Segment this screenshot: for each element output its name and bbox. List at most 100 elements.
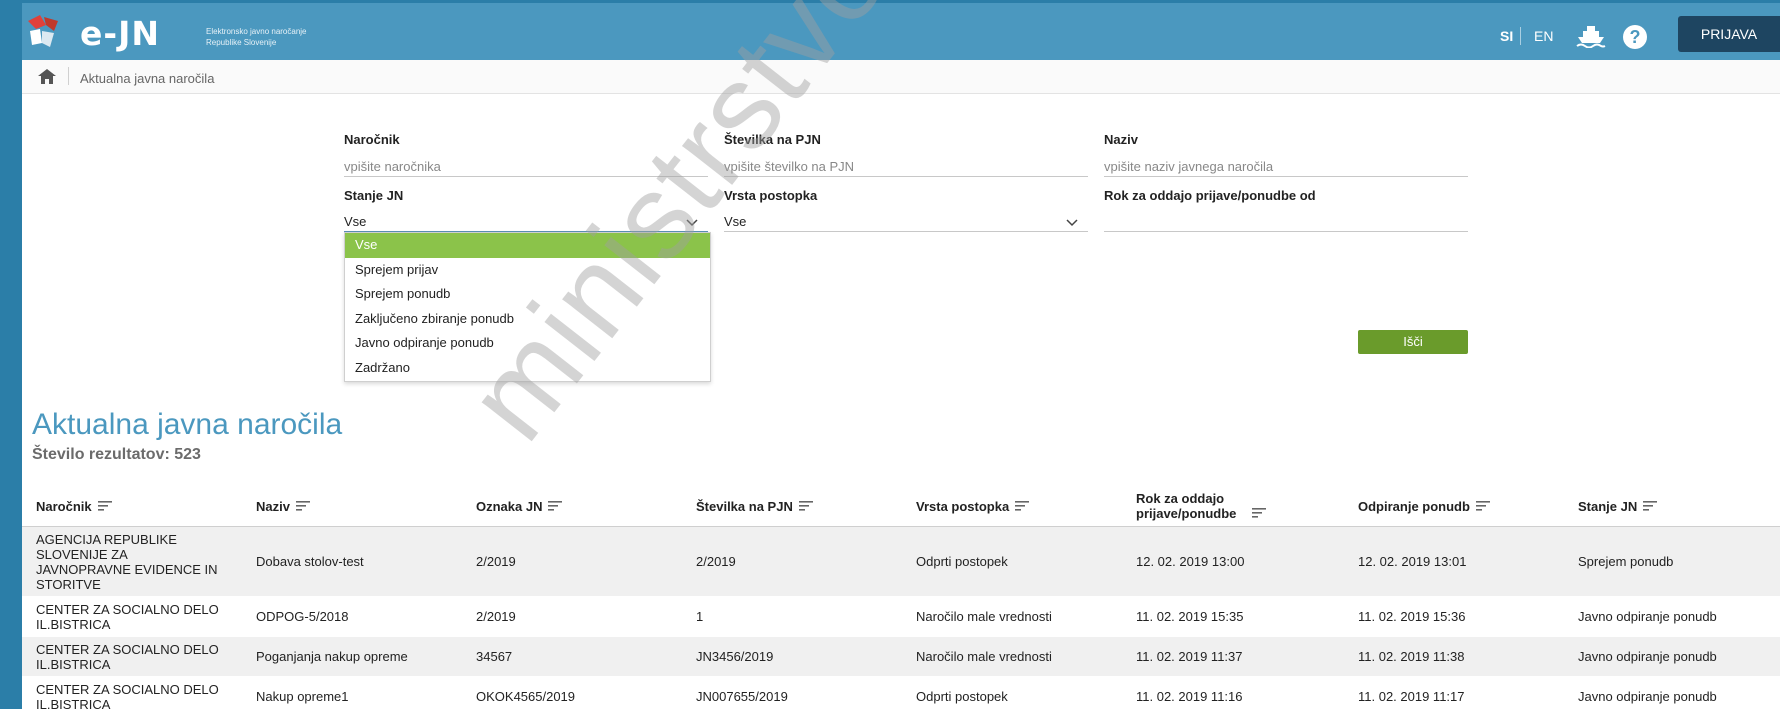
column-header-stanje[interactable]: Stanje JN (1578, 486, 1778, 526)
cell-stanje: Javno odpiranje ponudb (1578, 649, 1717, 664)
column-header-odpiranje[interactable]: Odpiranje ponudb (1358, 486, 1558, 526)
vrsta-select[interactable]: Vse (724, 209, 1088, 232)
stanje-label: Stanje JN (344, 188, 404, 203)
breadcrumb-separator (68, 67, 69, 85)
column-header-label: Naročnik (36, 498, 92, 514)
column-header-stevilka[interactable]: Številka na PJN (696, 486, 896, 526)
cell-rok: 11. 02. 2019 11:16 (1136, 689, 1243, 704)
stanje-select-value: Vse (344, 214, 367, 229)
sort-icon[interactable] (1252, 508, 1266, 518)
naziv-input[interactable]: vpišite naziv javnega naročila (1104, 154, 1468, 177)
cell-stevilka: 2/2019 (696, 554, 736, 569)
sort-icon[interactable] (548, 501, 563, 511)
narocnik-label: Naročnik (344, 132, 400, 147)
chevron-down-icon (1066, 219, 1078, 227)
lang-separator (1520, 27, 1521, 45)
column-header-label: Odpiranje ponudb (1358, 498, 1470, 514)
sort-icon[interactable] (798, 501, 813, 511)
logo-text[interactable]: e-JN (80, 14, 160, 53)
cell-vrsta: Odprti postopek (916, 689, 1008, 704)
help-icon[interactable]: ? (1623, 25, 1647, 49)
cell-odpiranje: 11. 02. 2019 11:17 (1358, 689, 1465, 704)
login-button[interactable]: PRIJAVA (1678, 16, 1780, 52)
cell-vrsta: Naročilo male vrednosti (916, 609, 1052, 624)
cell-narocnik: CENTER ZA SOCIALNO DELO IL.BISTRICA (36, 681, 219, 712)
cell-naziv[interactable]: Nakup opreme1 (256, 677, 456, 716)
breadcrumb-current: Aktualna javna naročila (80, 71, 215, 86)
lang-en-link[interactable]: EN (1534, 28, 1553, 44)
column-header-narocnik[interactable]: Naročnik (36, 486, 236, 526)
dropdown-option[interactable]: Vse (345, 233, 710, 258)
logo-subtitle-line-1: Elektronsko javno naročanje (206, 27, 307, 36)
column-header-naziv[interactable]: Naziv (256, 486, 456, 526)
sort-icon[interactable] (1015, 501, 1030, 511)
top-header: e-JN Elektronsko javno naročanje Republi… (0, 3, 1780, 60)
cell-narocnik: AGENCIJA REPUBLIKE SLOVENIJE ZA JAVNOPRA… (36, 531, 218, 592)
naziv-label: Naziv (1104, 132, 1138, 147)
results-count: Število rezultatov: 523 (32, 446, 201, 463)
dropdown-option[interactable]: Sprejem prijav (345, 258, 710, 283)
sort-icon[interactable] (295, 501, 310, 511)
cell-oznaka: 2/2019 (476, 554, 516, 569)
column-header-vrsta[interactable]: Vrsta postopka (916, 486, 1116, 526)
column-header-label: Naziv (256, 498, 290, 514)
cell-stanje: Javno odpiranje ponudb (1578, 689, 1717, 704)
narocnik-input[interactable]: vpišite naročnika (344, 154, 708, 177)
ship-icon[interactable] (1576, 24, 1606, 48)
cell-rok: 11. 02. 2019 15:35 (1136, 609, 1244, 624)
cell-narocnik: CENTER ZA SOCIALNO DELO IL.BISTRICA (36, 601, 219, 632)
logo-subtitle: Elektronsko javno naročanje Republike Sl… (206, 26, 307, 48)
chevron-down-icon (686, 219, 698, 227)
cell-naziv[interactable]: ODPOG-5/2018 (256, 597, 456, 636)
cell-rok: 12. 02. 2019 13:00 (1136, 554, 1245, 569)
stanje-dropdown-menu: Vse Sprejem prijav Sprejem ponudb Zaklju… (344, 232, 711, 382)
lang-si-link[interactable]: SI (1500, 28, 1513, 44)
sort-icon[interactable] (1643, 501, 1658, 511)
narocnik-placeholder: vpišite naročnika (344, 159, 441, 174)
app-window: e-JN Elektronsko javno naročanje Republi… (0, 0, 1780, 717)
dropdown-option[interactable]: Javno odpiranje ponudb (345, 331, 710, 356)
dropdown-option[interactable]: Zaključeno zbiranje ponudb (345, 307, 710, 332)
column-header-label: Vrsta postopka (916, 498, 1010, 514)
rok-date-input[interactable] (1104, 209, 1468, 232)
cell-stevilka: 1 (696, 609, 704, 624)
window-left-edge (0, 0, 22, 709)
cell-stevilka: JN007655/2019 (696, 689, 788, 704)
cell-vrsta: Naročilo male vrednosti (916, 649, 1052, 664)
vrsta-label: Vrsta postopka (724, 188, 818, 203)
e-jn-logo-icon[interactable] (24, 15, 62, 49)
naziv-placeholder: vpišite naziv javnega naročila (1104, 159, 1274, 174)
table-row[interactable]: CENTER ZA SOCIALNO DELO IL.BISTRICA Poga… (22, 637, 1780, 677)
vrsta-select-value: Vse (724, 214, 747, 229)
search-button[interactable]: Išči (1358, 330, 1468, 354)
cell-naziv[interactable]: Poganjanja nakup opreme (256, 637, 456, 676)
table-row[interactable]: AGENCIJA REPUBLIKE SLOVENIJE ZA JAVNOPRA… (22, 527, 1780, 597)
cell-odpiranje: 12. 02. 2019 13:01 (1358, 554, 1467, 569)
cell-stevilka: JN3456/2019 (696, 649, 774, 664)
column-header-label: Rok za oddajo prijave/ponudbe (1136, 491, 1237, 521)
breadcrumb: Aktualna javna naročila (22, 60, 1780, 94)
column-header-label: Številka na PJN (696, 498, 793, 514)
stevilka-input[interactable]: vpišite številko na PJN (724, 154, 1088, 177)
stanje-select[interactable]: Vse (344, 209, 708, 233)
rok-label: Rok za oddajo prijave/ponudbe od (1104, 188, 1316, 203)
stevilka-label: Številka na PJN (724, 132, 821, 147)
stevilka-placeholder: vpišite številko na PJN (724, 159, 855, 174)
dropdown-option[interactable]: Zadržano (345, 356, 710, 381)
table-row[interactable]: CENTER ZA SOCIALNO DELO IL.BISTRICA Naku… (22, 677, 1780, 717)
column-header-rok[interactable]: Rok za oddajo prijave/ponudbe (1136, 486, 1286, 526)
results-table: Naročnik Naziv Oznaka JN Številka na PJN… (22, 486, 1780, 717)
cell-naziv[interactable]: Dobava stolov-test (256, 527, 456, 596)
cell-vrsta: Odprti postopek (916, 554, 1008, 569)
column-header-oznaka[interactable]: Oznaka JN (476, 486, 676, 526)
logo-subtitle-line-2: Republike Slovenije (206, 38, 277, 47)
cell-stanje: Sprejem ponudb (1578, 554, 1674, 569)
column-header-label: Stanje JN (1578, 498, 1638, 514)
table-row[interactable]: CENTER ZA SOCIALNO DELO IL.BISTRICA ODPO… (22, 597, 1780, 637)
home-icon[interactable] (38, 69, 56, 84)
dropdown-option[interactable]: Sprejem ponudb (345, 282, 710, 307)
sort-icon[interactable] (97, 501, 112, 511)
sort-icon[interactable] (1475, 501, 1490, 511)
cell-oznaka: 2/2019 (476, 609, 516, 624)
column-header-label: Oznaka JN (476, 498, 543, 514)
